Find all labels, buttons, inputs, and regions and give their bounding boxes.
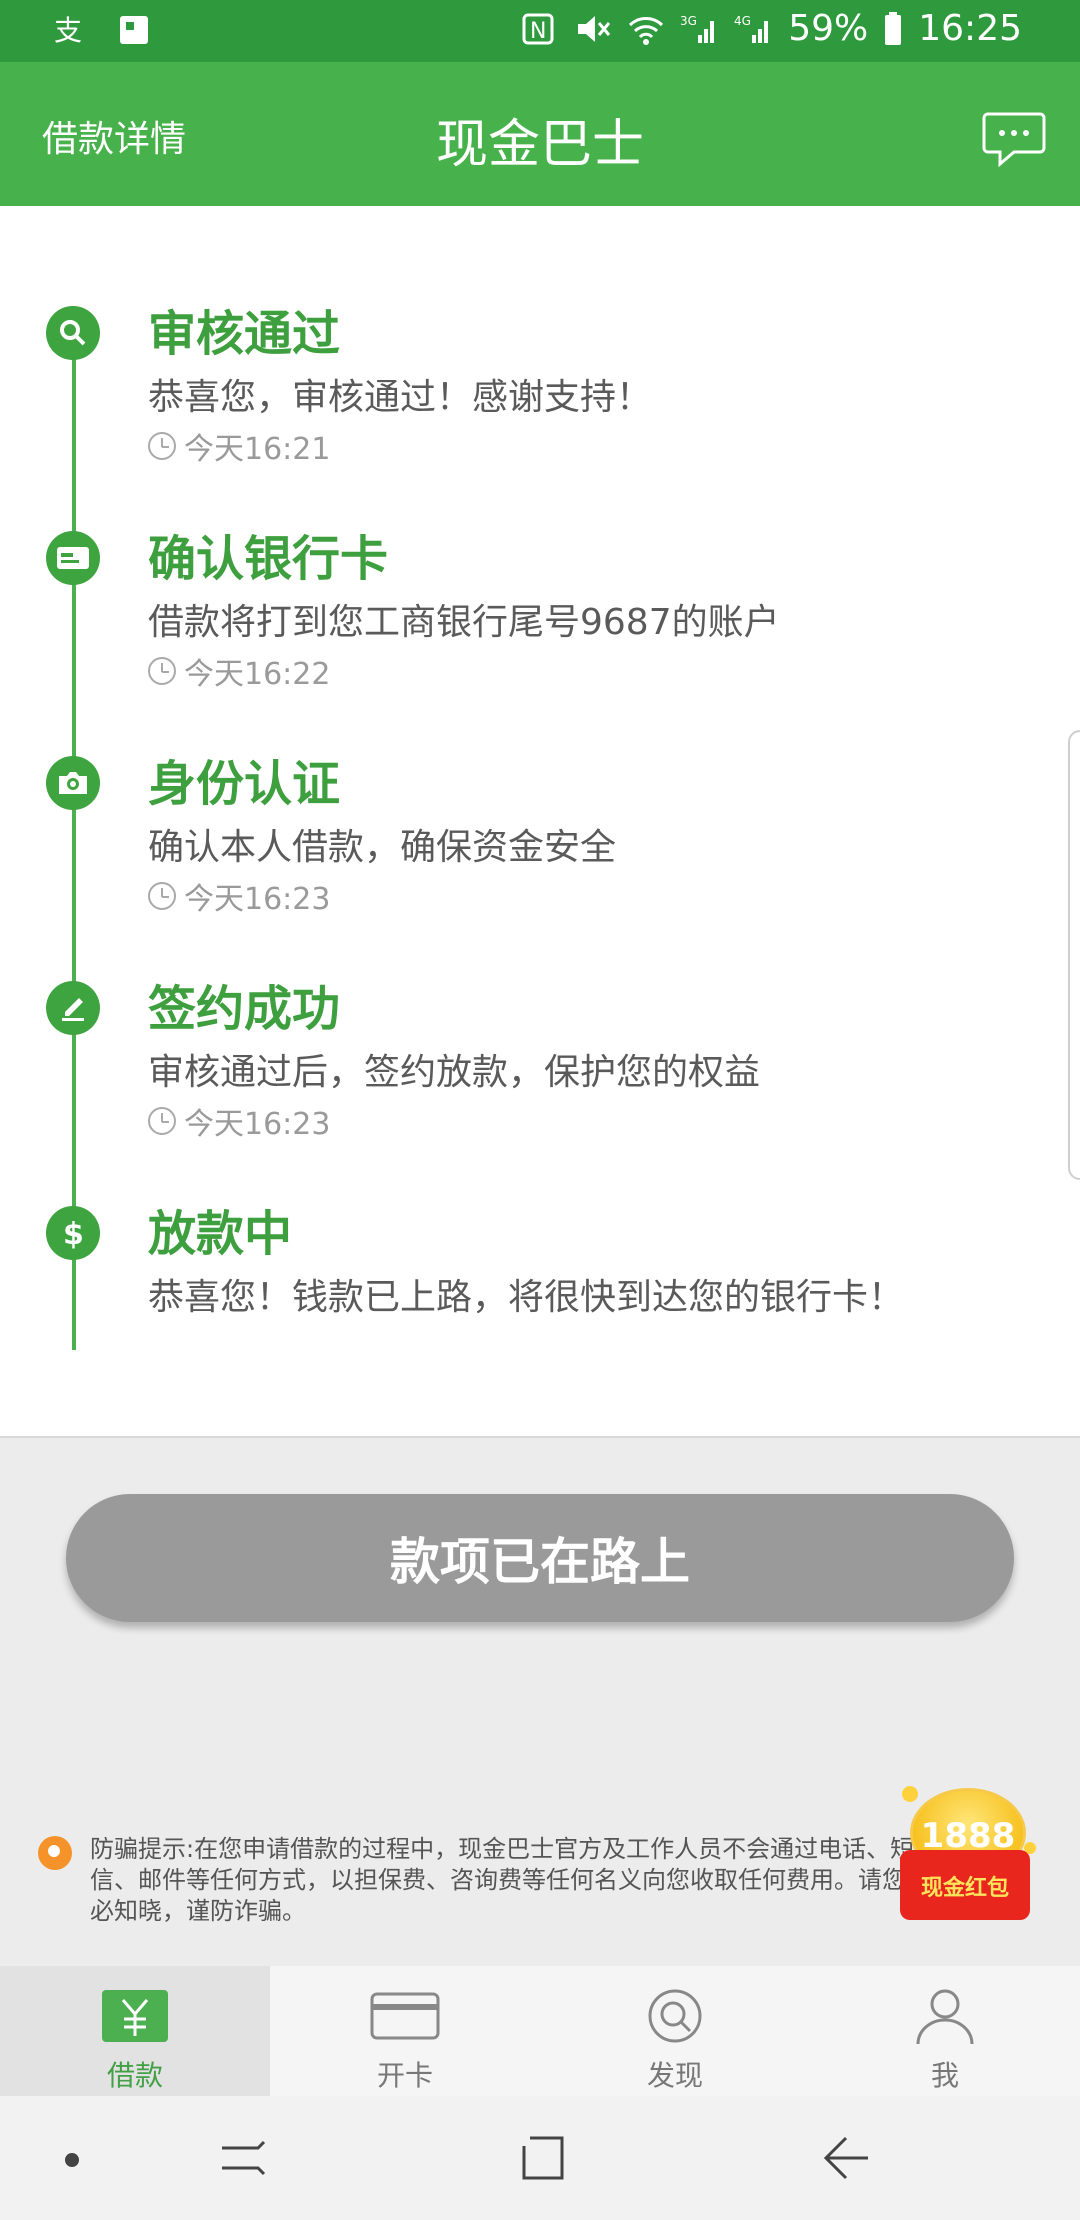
home-icon[interactable] <box>520 2134 566 2182</box>
tab-discover[interactable]: 发现 <box>540 1966 810 2096</box>
card-icon <box>370 1992 440 2040</box>
signal-3g-icon: 3G <box>680 14 715 43</box>
clock-icon <box>148 1107 176 1135</box>
step-desc: 恭喜您！钱款已上路，将很快到达您的银行卡！ <box>148 1277 905 1318</box>
tab-label: 开卡 <box>376 2059 433 2092</box>
step-title: 放款中 <box>148 1206 293 1262</box>
edge-panel-handle[interactable] <box>1068 730 1080 1180</box>
tab-label: 我 <box>930 2059 959 2092</box>
red-packet-label: 现金红包 <box>900 1850 1030 1920</box>
sparkle-icon <box>902 1786 918 1802</box>
alipay-icon: 支 <box>54 14 82 47</box>
step-title: 身份认证 <box>148 756 341 812</box>
warning-icon <box>38 1836 72 1870</box>
loan-progress-panel: 审核通过 恭喜您，审核通过！感谢支持！ 今天16:21 确认银行卡 借款将打到您… <box>0 206 1080 1438</box>
sim-icon <box>120 16 148 44</box>
step-desc: 审核通过后，签约放款，保护您的权益 <box>148 1052 761 1093</box>
profile-icon <box>916 1989 974 2044</box>
step-time: 今天16:21 <box>184 432 331 467</box>
step-desc: 借款将打到您工商银行尾号9687的账户 <box>148 602 780 643</box>
signal-4g-icon: 4G <box>734 14 769 43</box>
search-icon <box>46 306 100 360</box>
svg-text:支: 支 <box>54 14 82 47</box>
app-header: 借款详情 现金巴士 <box>0 62 1080 206</box>
bottom-tab-bar: 借款 开卡 发现 我 <box>0 1966 1080 2096</box>
chat-icon[interactable] <box>982 110 1046 168</box>
step-desc: 确认本人借款，确保资金安全 <box>148 827 617 868</box>
tab-loan[interactable]: 借款 <box>0 1966 270 2096</box>
step-title: 审核通过 <box>148 306 341 362</box>
system-nav-bar <box>0 2096 1080 2220</box>
step-desc: 恭喜您，审核通过！感谢支持！ <box>148 377 653 418</box>
clock-icon <box>148 882 176 910</box>
notice-text: 防骗提示:在您申请借款的过程中，现金巴士官方及工作人员不会通过电话、短信、邮件等… <box>90 1835 930 1925</box>
svg-text:4G: 4G <box>734 14 751 28</box>
recent-apps-icon[interactable] <box>218 2134 268 2182</box>
mute-icon <box>578 15 611 42</box>
red-packet-floating-button[interactable]: 1888 现金红包 <box>896 1786 1036 1928</box>
camera-icon <box>46 756 100 810</box>
svg-text:$: $ <box>63 1217 84 1251</box>
svg-text:N: N <box>530 19 546 44</box>
back-icon[interactable] <box>822 2134 872 2182</box>
discover-icon <box>648 1989 702 2043</box>
dollar-icon: $ <box>46 1206 100 1260</box>
tab-me[interactable]: 我 <box>810 1966 1080 2096</box>
status-button[interactable]: 款项已在路上 <box>66 1494 1014 1622</box>
loan-yuan-icon <box>102 1990 168 2042</box>
clock-time: 16:25 <box>918 8 1022 49</box>
wifi-icon <box>629 16 664 45</box>
step-time: 今天16:22 <box>184 657 331 692</box>
battery-icon <box>885 11 902 45</box>
dot-icon[interactable] <box>64 2152 80 2168</box>
svg-text:3G: 3G <box>680 14 697 28</box>
page-title: 现金巴士 <box>435 115 644 175</box>
tab-label: 借款 <box>106 2059 163 2092</box>
step-time: 今天16:23 <box>184 1107 331 1142</box>
step-title: 签约成功 <box>148 981 341 1037</box>
nfc-icon: N <box>522 13 554 44</box>
timeline-line <box>72 330 76 1350</box>
sign-icon <box>46 981 100 1035</box>
step-time: 今天16:23 <box>184 882 331 917</box>
battery-percent: 59% <box>788 8 869 49</box>
bank-card-icon <box>46 531 100 585</box>
status-bar: 支 N 3G 4G 59% 16:25 <box>0 0 1080 62</box>
tab-card[interactable]: 开卡 <box>270 1966 540 2096</box>
clock-icon <box>148 657 176 685</box>
tab-label: 发现 <box>646 2059 703 2092</box>
clock-icon <box>148 432 176 460</box>
step-title: 确认银行卡 <box>148 531 389 587</box>
